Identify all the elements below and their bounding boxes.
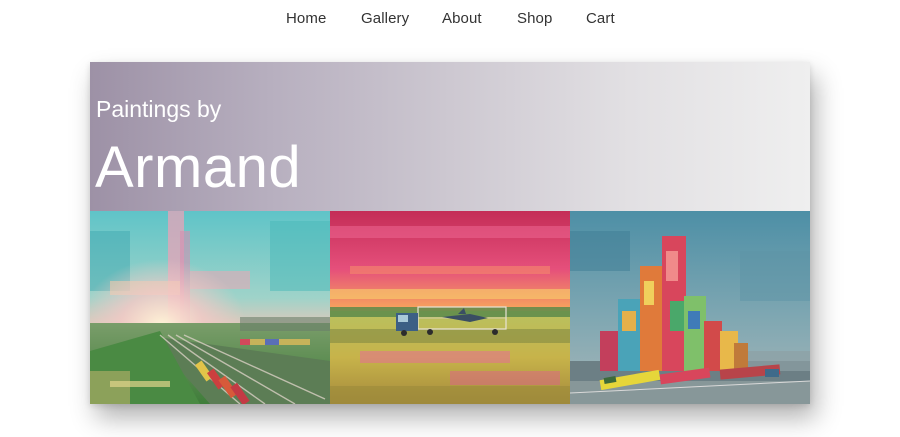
nav-gallery-link[interactable]: Gallery xyxy=(361,10,409,27)
painting-truck-sunset-image xyxy=(330,211,570,404)
painting-truck-sunset[interactable] xyxy=(330,211,570,404)
hero-title: Armand xyxy=(95,135,302,200)
hero-subtitle: Paintings by xyxy=(96,96,222,122)
nav-shop-link[interactable]: Shop xyxy=(517,10,552,27)
nav-home-link[interactable]: Home xyxy=(286,10,326,27)
hero-banner: Paintings by Armand xyxy=(90,62,810,211)
top-navigation: Home Gallery About Shop Cart xyxy=(0,0,900,40)
painting-container-towers[interactable] xyxy=(570,211,810,404)
painting-rail-yard[interactable] xyxy=(90,211,330,404)
painting-rail-yard-image xyxy=(90,211,330,404)
nav-about-link[interactable]: About xyxy=(442,10,482,27)
hero-card: Paintings by Armand xyxy=(90,62,810,404)
painting-container-towers-image xyxy=(570,211,810,404)
nav-cart-link[interactable]: Cart xyxy=(586,10,615,27)
painting-gallery xyxy=(90,211,810,404)
